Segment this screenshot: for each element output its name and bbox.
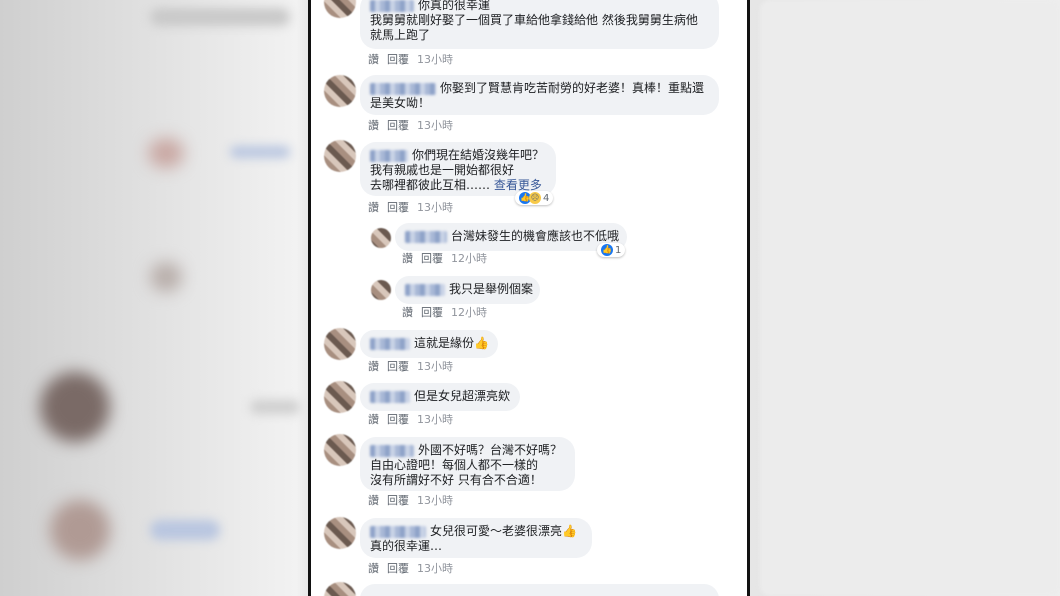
reply-link[interactable]: 回覆 xyxy=(387,562,409,575)
comment-bubble: 我只是舉例個案 xyxy=(395,276,540,304)
comment-text: 沒有所謂好不好 只有合不合適！ xyxy=(370,473,542,487)
avatar xyxy=(324,0,356,18)
blurred-avatar xyxy=(148,138,184,168)
comment-text: 我只是舉例個案 xyxy=(449,282,534,296)
avatar xyxy=(371,280,391,300)
commenter-name[interactable] xyxy=(370,444,414,457)
like-link[interactable]: 讚 xyxy=(368,562,379,575)
comment-text: 你們現在結婚沒幾年吧？ xyxy=(412,148,545,162)
comment-actions: 讚回覆 13小時 xyxy=(368,358,461,374)
comment-text: 自由心證吧！每個人都不一樣的 xyxy=(370,458,539,472)
avatar xyxy=(324,381,356,413)
timestamp[interactable]: 13小時 xyxy=(417,360,453,373)
blurred-avatar xyxy=(50,500,110,560)
comment-bubble: 這就是緣份👍 xyxy=(360,330,498,358)
comment-actions: 讚回覆 13小時 xyxy=(368,492,461,508)
timestamp[interactable]: 13小時 xyxy=(417,562,453,575)
comment-actions: 讚回覆 12小時 xyxy=(402,250,495,266)
like-link[interactable]: 讚 xyxy=(368,201,379,214)
timestamp[interactable]: 13小時 xyxy=(417,53,453,66)
comment-text: 真的很幸運… xyxy=(370,539,443,553)
avatar xyxy=(324,140,356,172)
comment-text: 我舅舅就剛好娶了一個買了車給他拿錢給他 然後我舅舅生病他 xyxy=(370,13,698,27)
comment-text: 這就是緣份👍 xyxy=(414,336,489,350)
comment-text: 我有親戚也是一開始都很好 xyxy=(370,163,515,177)
timestamp[interactable]: 13小時 xyxy=(417,413,453,426)
comment-text: 女兒很可愛～老婆很漂亮👍 xyxy=(430,524,577,538)
like-link[interactable]: 讚 xyxy=(368,494,379,507)
comment-actions: 讚回覆 13小時 xyxy=(368,411,461,427)
comment-bubble: 你娶到了賢慧肯吃苦耐勞的好老婆！真棒！重點還 是美女呦！ xyxy=(360,75,719,115)
timestamp[interactable]: 13小時 xyxy=(417,119,453,132)
timestamp[interactable]: 13小時 xyxy=(417,494,453,507)
commenter-name[interactable] xyxy=(370,0,414,12)
commenter-name[interactable] xyxy=(405,230,447,243)
like-link[interactable]: 讚 xyxy=(402,252,413,265)
reply-link[interactable]: 回覆 xyxy=(387,360,409,373)
commenter-name[interactable] xyxy=(370,525,426,538)
reply-link[interactable]: 回覆 xyxy=(421,252,443,265)
timestamp[interactable]: 12小時 xyxy=(451,306,487,319)
avatar xyxy=(324,582,356,596)
reply-link[interactable]: 回覆 xyxy=(387,413,409,426)
comment-text: 你娶到了賢慧肯吃苦耐勞的好老婆！真棒！重點還 xyxy=(440,81,705,95)
comment-text: 就馬上跑了 xyxy=(370,28,431,42)
like-link[interactable]: 讚 xyxy=(368,413,379,426)
avatar xyxy=(324,517,356,549)
avatar xyxy=(324,434,356,466)
blurred-text xyxy=(250,400,300,414)
commenter-name[interactable] xyxy=(405,283,445,296)
comment-actions: 讚回覆 13小時 xyxy=(368,560,461,576)
comment-text: 但是女兒超漂亮欸 xyxy=(414,389,511,403)
reaction-summary[interactable]: 👍 1 xyxy=(597,243,626,257)
comment-text: 台灣妹發生的機會應該也不低哦 xyxy=(451,229,620,243)
timestamp[interactable]: 12小時 xyxy=(451,252,487,265)
like-link[interactable]: 讚 xyxy=(368,119,379,132)
blurred-right-panel xyxy=(760,0,1060,596)
avatar xyxy=(324,328,356,360)
comment-text: 外國不好嗎？台灣不好嗎？ xyxy=(418,443,563,457)
comment-actions: 讚回覆 12小時 xyxy=(402,304,495,320)
comment-bubble: 你們現在結婚沒幾年吧？ 我有親戚也是一開始都很好 去哪裡都彼此互相…… 查看更多 xyxy=(360,142,556,196)
sad-face-icon: ☹ xyxy=(529,192,541,204)
commenter-name[interactable] xyxy=(370,82,436,95)
comment-bubble: 台灣妹發生的機會應該也不低哦 xyxy=(395,223,627,251)
reply-link[interactable]: 回覆 xyxy=(387,494,409,507)
timestamp[interactable]: 13小時 xyxy=(417,201,453,214)
reply-link[interactable]: 回覆 xyxy=(421,306,443,319)
like-link[interactable]: 讚 xyxy=(368,360,379,373)
comment-actions: 讚回覆 13小時 xyxy=(368,51,461,67)
see-more-link[interactable]: 查看更多 xyxy=(494,178,542,192)
commenter-name[interactable] xyxy=(370,149,408,162)
thumbs-up-icon: 👍 xyxy=(601,244,613,256)
reaction-summary[interactable]: 👍 ☹ 4 xyxy=(515,191,554,205)
reaction-count: 1 xyxy=(615,244,622,256)
comments-panel: 你真的很幸運 我舅舅就剛好娶了一個買了車給他拿錢給他 然後我舅舅生病他 就馬上跑… xyxy=(308,0,750,596)
blurred-avatar xyxy=(150,262,182,292)
blurred-text xyxy=(150,8,290,26)
comment-actions: 讚回覆 13小時 xyxy=(368,199,461,215)
commenter-name[interactable] xyxy=(370,337,410,350)
comment-bubble: 外國不好嗎？台灣不好嗎？ 自由心證吧！每個人都不一樣的 沒有所謂好不好 只有合不… xyxy=(360,437,575,491)
reply-link[interactable]: 回覆 xyxy=(387,119,409,132)
comment-bubble: 你真的很幸運 我舅舅就剛好娶了一個買了車給他拿錢給他 然後我舅舅生病他 就馬上跑… xyxy=(360,0,719,49)
blurred-avatar xyxy=(40,372,110,442)
comment-text: 去哪裡都彼此互相…… xyxy=(370,178,491,192)
commenter-name[interactable] xyxy=(370,390,410,403)
avatar xyxy=(324,75,356,107)
reaction-count: 4 xyxy=(543,192,550,204)
blurred-text xyxy=(150,520,220,540)
avatar xyxy=(371,228,391,248)
reply-link[interactable]: 回覆 xyxy=(387,201,409,214)
comment-actions: 讚回覆 13小時 xyxy=(368,117,461,133)
comment-text: 你真的很幸運 xyxy=(418,0,491,12)
comment-bubble xyxy=(360,584,719,596)
comment-text: 是美女呦！ xyxy=(370,96,431,110)
comment-bubble: 但是女兒超漂亮欸 xyxy=(360,383,520,411)
like-link[interactable]: 讚 xyxy=(368,53,379,66)
blurred-text xyxy=(230,146,290,158)
comment-bubble: 女兒很可愛～老婆很漂亮👍 真的很幸運… xyxy=(360,518,592,558)
like-link[interactable]: 讚 xyxy=(402,306,413,319)
reply-link[interactable]: 回覆 xyxy=(387,53,409,66)
